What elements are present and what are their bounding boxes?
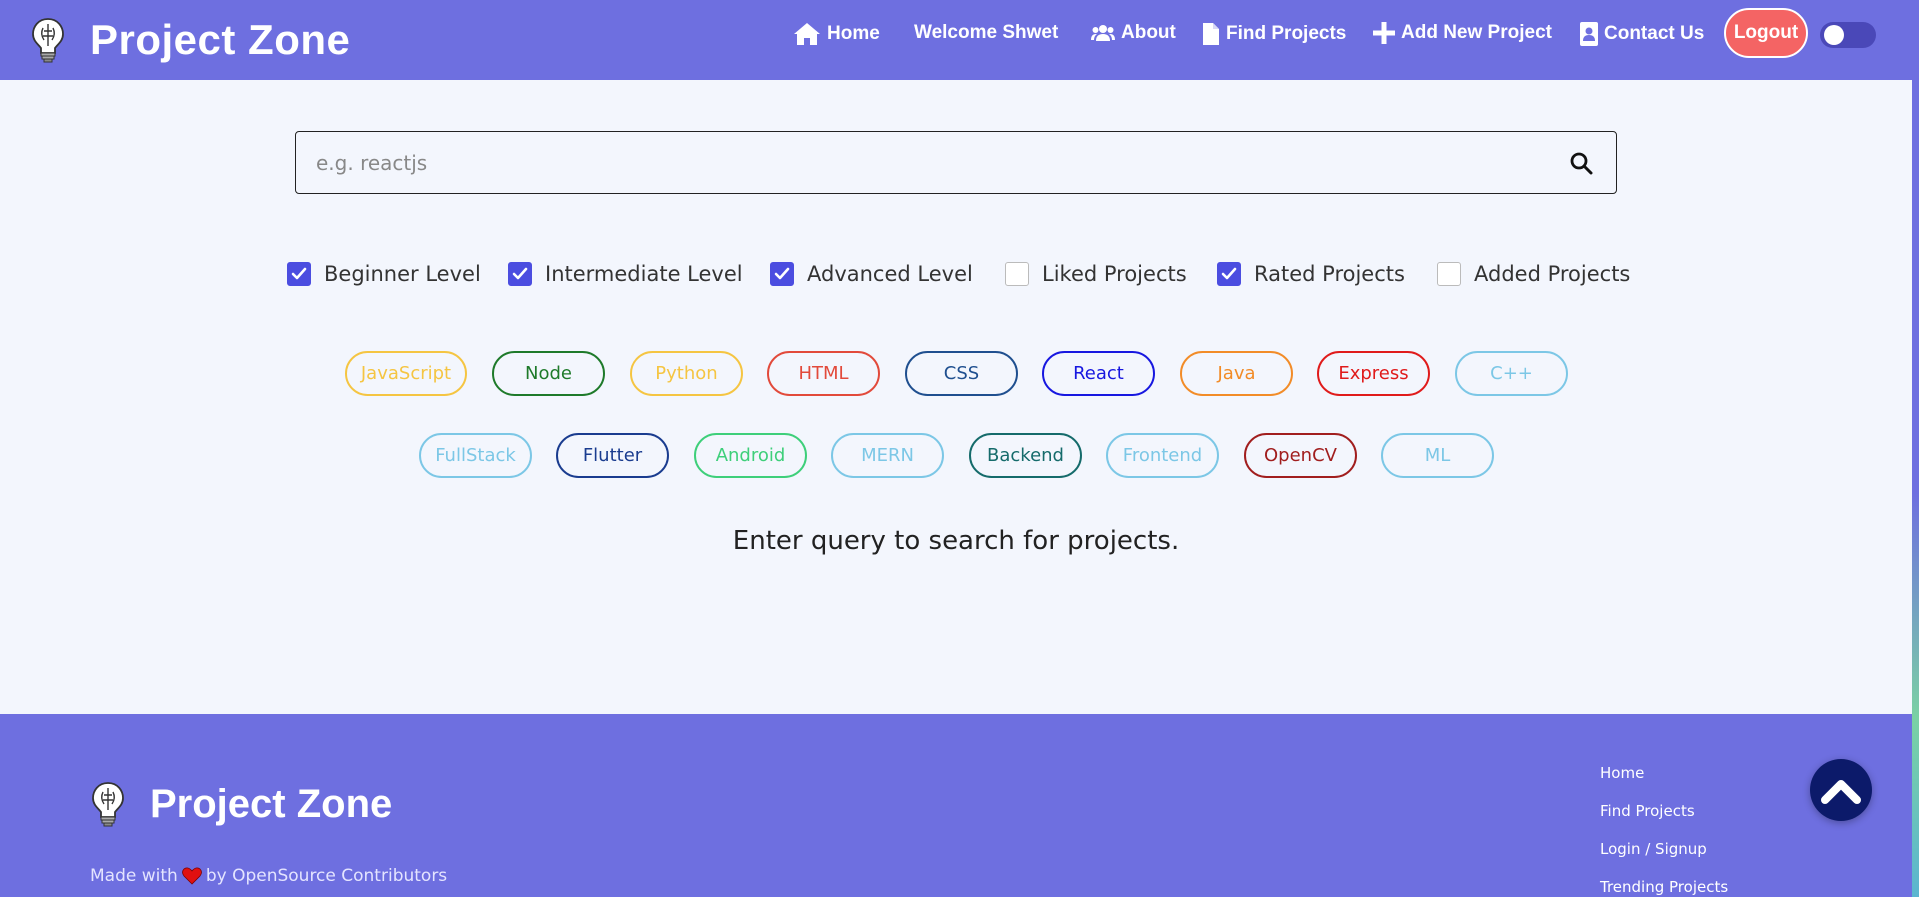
tag-react[interactable]: React <box>1042 351 1155 396</box>
tag-cplusplus[interactable]: C++ <box>1455 351 1568 396</box>
tag-python[interactable]: Python <box>630 351 743 396</box>
tag-mern[interactable]: MERN <box>831 433 944 478</box>
tag-fullstack[interactable]: FullStack <box>419 433 532 478</box>
tag-flutter[interactable]: Flutter <box>556 433 669 478</box>
heart-icon <box>181 867 202 885</box>
scroll-to-top-button[interactable] <box>1810 759 1872 821</box>
checkmark-icon <box>512 267 528 280</box>
tag-express[interactable]: Express <box>1317 351 1430 396</box>
tag-css[interactable]: CSS <box>905 351 1018 396</box>
nav-contact-link[interactable]: Contact Us <box>1580 22 1704 46</box>
nav-welcome-label: Welcome Shwet <box>914 22 1059 43</box>
checkbox[interactable] <box>770 262 794 286</box>
nav-welcome-link[interactable]: Welcome Shwet <box>914 22 1058 44</box>
brand-title: Project Zone <box>90 16 351 63</box>
footer-link-trending-projects[interactable]: Trending Projects <box>1600 878 1728 897</box>
tag-frontend[interactable]: Frontend <box>1106 433 1219 478</box>
tag-node[interactable]: Node <box>492 351 605 396</box>
filter-added-projects[interactable]: Added Projects <box>1437 262 1630 286</box>
search-icon <box>1570 152 1593 174</box>
file-icon <box>1203 23 1219 45</box>
made-with-suffix: by OpenSource Contributors <box>205 866 448 886</box>
checkbox[interactable] <box>1005 262 1029 286</box>
nav-find-projects-label: Find Projects <box>1226 23 1347 44</box>
nav-add-project-link[interactable]: Add New Project <box>1373 22 1552 44</box>
filter-beginner-level[interactable]: Beginner Level <box>287 262 481 286</box>
checkbox[interactable] <box>1217 262 1241 286</box>
filter-label: Added Projects <box>1474 262 1631 286</box>
footer-links: Home Find Projects Login / Signup Trendi… <box>1600 764 1728 897</box>
filter-liked-projects[interactable]: Liked Projects <box>1005 262 1187 286</box>
lightbulb-logo-icon <box>32 18 64 63</box>
tag-javascript[interactable]: JavaScript <box>345 351 467 396</box>
logout-button[interactable]: Logout <box>1724 8 1808 58</box>
toggle-knob <box>1824 25 1844 45</box>
tag-android[interactable]: Android <box>694 433 807 478</box>
filter-label: Beginner Level <box>324 262 481 286</box>
contact-card-icon <box>1580 22 1598 46</box>
chevron-up-icon <box>1821 780 1861 804</box>
footer-title: Project Zone <box>150 781 393 826</box>
plus-icon <box>1373 22 1395 44</box>
checkbox[interactable] <box>508 262 532 286</box>
tag-java[interactable]: Java <box>1180 351 1293 396</box>
nav-about-link[interactable]: About <box>1091 22 1176 44</box>
checkmark-icon <box>1221 267 1237 280</box>
lightbulb-logo-icon <box>92 782 124 827</box>
checkmark-icon <box>774 267 790 280</box>
nav-add-project-label: Add New Project <box>1401 22 1552 43</box>
nav-contact-label: Contact Us <box>1604 23 1705 44</box>
tag-ml[interactable]: ML <box>1381 433 1494 478</box>
tag-opencv[interactable]: OpenCV <box>1244 433 1357 478</box>
search-input[interactable] <box>296 132 1546 193</box>
nav-home-label: Home <box>827 23 880 44</box>
footer-link-home[interactable]: Home <box>1600 764 1728 783</box>
search-button[interactable] <box>1546 132 1616 193</box>
theme-toggle[interactable] <box>1820 22 1876 48</box>
checkbox[interactable] <box>1437 262 1461 286</box>
search-box <box>295 131 1617 194</box>
filter-label: Liked Projects <box>1042 262 1187 286</box>
filter-advanced-level[interactable]: Advanced Level <box>770 262 973 286</box>
scroll-indicator[interactable] <box>1912 0 1919 897</box>
filter-label: Advanced Level <box>807 262 973 286</box>
filter-intermediate-level[interactable]: Intermediate Level <box>508 262 743 286</box>
checkmark-icon <box>291 267 307 280</box>
footer: Project Zone Made with by OpenSource Con… <box>0 714 1912 897</box>
filter-label: Intermediate Level <box>545 262 743 286</box>
home-icon <box>794 23 820 45</box>
brand[interactable]: Project Zone <box>30 16 350 64</box>
tag-backend[interactable]: Backend <box>969 433 1082 478</box>
nav-home-link[interactable]: Home <box>793 22 880 46</box>
nav-about-label: About <box>1121 22 1176 43</box>
nav-find-projects-link[interactable]: Find Projects <box>1202 22 1346 46</box>
tag-html[interactable]: HTML <box>767 351 880 396</box>
navbar: Project Zone Home Welcome Shwet About Fi… <box>0 0 1912 80</box>
footer-link-login-signup[interactable]: Login / Signup <box>1600 840 1728 859</box>
footer-link-find-projects[interactable]: Find Projects <box>1600 802 1728 821</box>
footer-made-with: Made with by OpenSource Contributors <box>90 866 447 886</box>
filter-rated-projects[interactable]: Rated Projects <box>1217 262 1405 286</box>
footer-brand[interactable]: Project Zone <box>90 780 392 828</box>
empty-state-message: Enter query to search for projects. <box>732 526 1180 556</box>
made-with-prefix: Made with <box>90 866 178 886</box>
filter-label: Rated Projects <box>1254 262 1405 286</box>
checkbox[interactable] <box>287 262 311 286</box>
users-icon <box>1091 25 1115 41</box>
